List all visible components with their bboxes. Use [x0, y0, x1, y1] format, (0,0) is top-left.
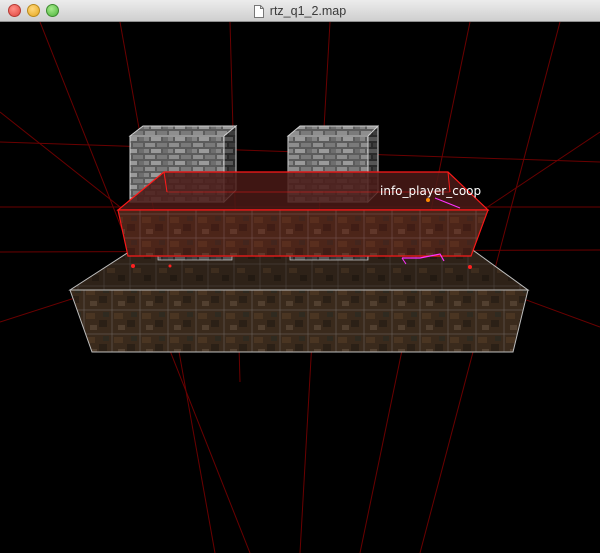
document-icon [253, 4, 264, 18]
window-title: rtz_q1_2.map [269, 4, 347, 18]
editor-window: rtz_q1_2.map info_player_coop [0, 0, 600, 553]
title-bar[interactable]: rtz_q1_2.map [0, 0, 600, 22]
floor-brush[interactable] [68, 247, 530, 353]
entity-label: info_player_coop [380, 184, 481, 198]
3d-viewport[interactable]: info_player_coop [0, 22, 600, 553]
